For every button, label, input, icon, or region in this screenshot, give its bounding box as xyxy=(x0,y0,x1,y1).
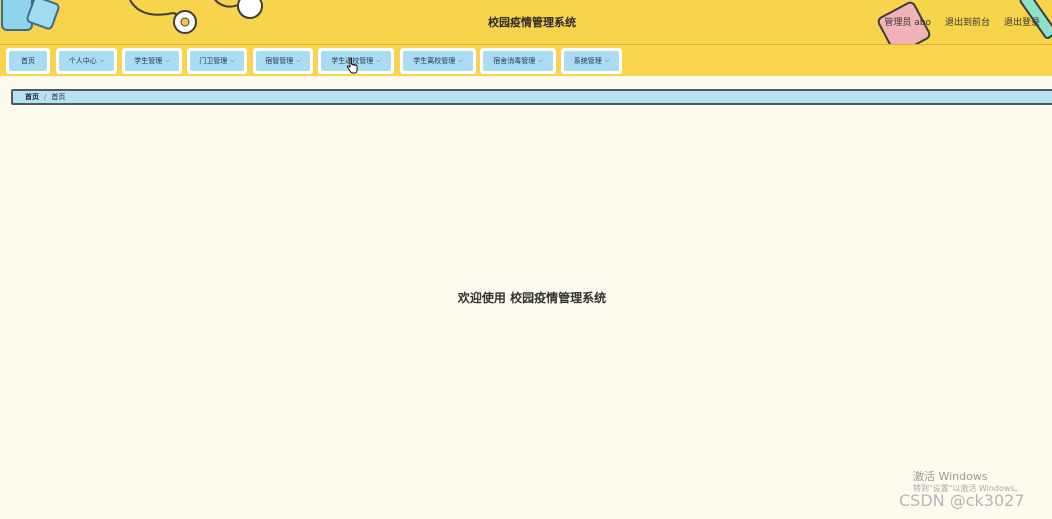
chevron-down-icon: ⌵ xyxy=(165,57,170,64)
exit-to-front-link[interactable]: 退出到前台 xyxy=(945,15,990,28)
hand-pointer-icon xyxy=(346,58,358,74)
csdn-watermark: CSDN @ck3027 xyxy=(899,491,1025,510)
chevron-down-icon: ⌵ xyxy=(604,57,610,64)
chevron-down-icon: ⌵ xyxy=(458,57,463,64)
nav-item-student-leave-management[interactable]: 学生离校管理 ⌵ xyxy=(400,48,476,74)
nav-item-dorm-disinfection-management[interactable]: 宿舍消毒管理 ⌵ xyxy=(480,48,556,74)
breadcrumb-home-link[interactable]: 首页 xyxy=(25,92,39,102)
nav-item-guard-management[interactable]: 门卫管理 ⌵ xyxy=(187,48,247,74)
nav-item-label: 系统管理 xyxy=(573,57,602,65)
breadcrumb-separator: / xyxy=(44,93,47,101)
admin-username: 管理员 abo xyxy=(884,18,931,28)
windows-activation-title: 激活 Windows xyxy=(913,470,988,483)
nav-item-label: 学生管理 xyxy=(134,57,163,65)
chevron-down-icon: ⌵ xyxy=(230,57,235,64)
nav-item-label: 宿管管理 xyxy=(265,57,294,65)
breadcrumb: 首页 / 首页 xyxy=(11,89,1052,105)
nav-item-system-management[interactable]: 系统管理 ⌵ xyxy=(561,48,622,74)
top-header: 校园疫情管理系统 管理员 abo 退出到前台 退出登录 xyxy=(0,0,1052,45)
nav-item-label: 个人中心 xyxy=(68,57,97,65)
user-bar: 管理员 abo 退出到前台 退出登录 xyxy=(884,15,1040,28)
chevron-down-icon: ⌵ xyxy=(296,57,301,64)
welcome-message: 欢迎使用 校园疫情管理系统 xyxy=(457,291,607,305)
chevron-down-icon: ⌵ xyxy=(99,57,105,64)
chevron-down-icon: ⌵ xyxy=(538,57,543,64)
nav-item-personal-center[interactable]: 个人中心 ⌵ xyxy=(56,48,117,74)
nav-item-student-management[interactable]: 学生管理 ⌵ xyxy=(122,48,182,74)
nav-item-label: 首页 xyxy=(21,57,35,65)
nav-item-home[interactable]: 首页 xyxy=(6,48,50,74)
breadcrumb-current: 首页 xyxy=(51,93,66,101)
nav-item-label: 宿舍消毒管理 xyxy=(493,57,536,65)
chevron-down-icon: ⌵ xyxy=(376,57,381,64)
logout-link[interactable]: 退出登录 xyxy=(1004,15,1040,28)
nav-item-dorm-manager-management[interactable]: 宿管管理 ⌵ xyxy=(253,48,313,74)
nav-item-label: 门卫管理 xyxy=(199,57,228,65)
main-nav: 首页 个人中心 ⌵ 学生管理 ⌵ 门卫管理 ⌵ 宿管管理 ⌵ 学生返校管理 ⌵ 学生离校管… xyxy=(0,45,1052,76)
nav-item-label: 学生离校管理 xyxy=(413,57,456,65)
